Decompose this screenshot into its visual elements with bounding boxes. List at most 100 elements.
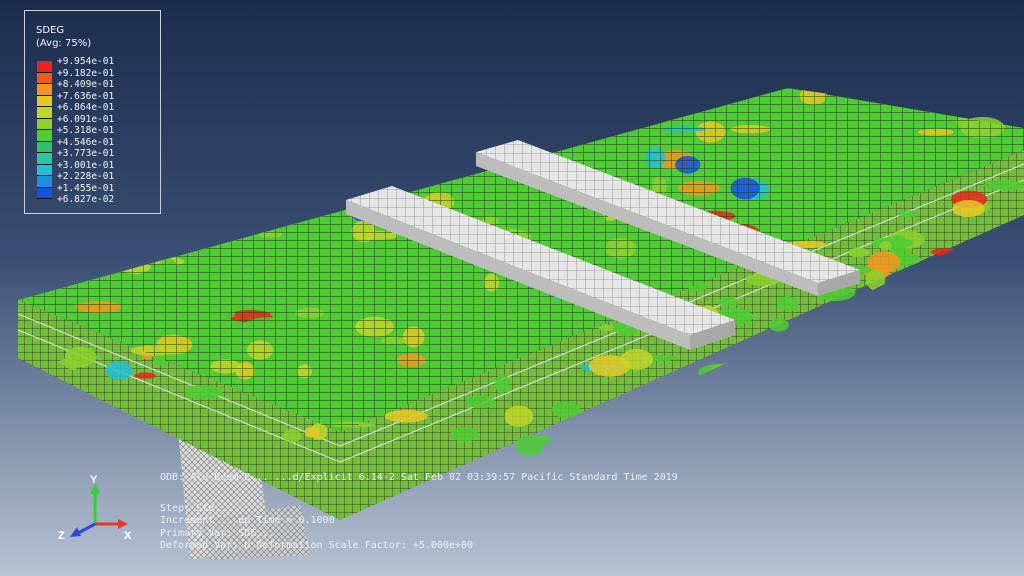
contour-patch	[465, 395, 496, 409]
contour-patch	[509, 112, 543, 125]
contour-patch	[994, 247, 1024, 262]
contour-patch	[389, 119, 411, 126]
contour-patch	[917, 275, 939, 291]
legend-value: +1.455e-01	[57, 182, 115, 194]
contour-patch	[19, 279, 63, 288]
contour-patch	[716, 430, 741, 442]
contour-patch	[315, 106, 341, 121]
contour-patch	[184, 385, 222, 400]
contour-patch	[952, 200, 985, 218]
legend-color-scale	[37, 61, 52, 199]
contour-patch	[798, 350, 834, 359]
contour-patch	[304, 426, 320, 438]
contour-patch	[284, 88, 323, 96]
contour-patch	[901, 283, 941, 296]
legend-swatch	[37, 153, 52, 165]
legend-value: +6.091e-01	[57, 113, 115, 125]
contour-patch	[983, 180, 1024, 191]
contour-patch	[872, 379, 913, 394]
contour-patch	[88, 231, 121, 251]
legend-value: +7.636e-01	[57, 90, 115, 102]
contour-patch	[369, 141, 400, 155]
contour-patch	[850, 405, 891, 415]
legend-swatch	[37, 176, 52, 188]
contour-patch	[881, 328, 927, 341]
legend-swatch	[37, 95, 52, 107]
contour-patch	[162, 135, 199, 142]
contour-patch	[879, 241, 892, 251]
contour-patch	[805, 352, 853, 360]
contour-patch	[992, 322, 1024, 332]
contour-patch	[928, 97, 976, 107]
contour-patch	[891, 325, 930, 339]
step-line: Step: Ste...	[160, 502, 233, 514]
legend-value: +9.954e-01	[57, 56, 115, 67]
contour-patch	[1008, 88, 1024, 103]
legend-swatch	[37, 107, 52, 119]
contour-patch	[612, 94, 630, 106]
contour-patch	[525, 94, 544, 111]
contour-patch	[873, 369, 887, 392]
contour-patch	[111, 232, 138, 240]
contour-patch	[866, 269, 886, 291]
legend-value: +6.827e-02	[57, 194, 115, 205]
contour-patch	[988, 303, 1009, 325]
contour-patch	[562, 94, 587, 104]
contour-patch	[768, 318, 789, 332]
legend-value: +4.546e-01	[57, 136, 115, 148]
contour-patch	[172, 104, 220, 112]
legend-title: SDEG	[36, 25, 65, 36]
contour-patch	[134, 372, 156, 379]
viewport[interactable]: SDEG (Avg: 75%) +9.954e-01 +9.182e-01 +8.4…	[0, 0, 1024, 576]
legend-value: +6.864e-01	[57, 102, 115, 113]
contour-patch	[754, 349, 772, 366]
contour-patch	[677, 421, 717, 428]
contour-patch	[194, 104, 212, 113]
contour-patch	[846, 357, 891, 364]
legend-value: +9.182e-01	[57, 67, 115, 79]
contour-patch	[421, 124, 457, 138]
legend-swatch	[37, 141, 52, 153]
contour-patch	[387, 138, 409, 149]
contour-patch	[665, 88, 684, 99]
contour-patch	[975, 372, 997, 383]
contour-patch	[175, 148, 221, 170]
contour-patch	[33, 265, 65, 272]
contour-patch	[459, 88, 505, 107]
contour-patch	[995, 234, 1024, 254]
contour-patch	[646, 418, 681, 438]
contour-patch	[218, 170, 241, 187]
contour-patch	[911, 374, 941, 383]
legend-value: +8.409e-01	[57, 79, 115, 90]
contour-patch	[300, 138, 324, 155]
contour-patch	[867, 251, 901, 273]
legend-swatch	[37, 164, 52, 176]
contour-patch	[938, 358, 970, 371]
contour-patch	[535, 435, 551, 445]
contour-patch	[969, 88, 1002, 98]
contour-patch	[116, 247, 131, 260]
legend-swatch	[37, 72, 52, 84]
contour-patch	[169, 117, 194, 132]
contour-patch	[917, 276, 953, 296]
contour-patch	[793, 440, 822, 454]
legend-swatch	[37, 61, 52, 73]
deformed-var-line: Deformed Var: U Deformation Scale Factor…	[160, 540, 474, 551]
contour-patch	[303, 128, 323, 141]
contour-patch	[793, 340, 827, 349]
contour-patch	[722, 416, 738, 431]
contour-patch	[930, 248, 959, 256]
contour-patch	[897, 210, 919, 218]
contour-patch	[105, 360, 133, 380]
increment-line: Increment ...ep Time = 0.1000	[160, 515, 335, 526]
contour-patch	[444, 109, 477, 126]
contour-patch	[989, 355, 1024, 362]
contour-patch	[496, 92, 534, 110]
z-axis-arrow	[77, 522, 96, 535]
primary-var-line: Primary Var: SDE...	[160, 527, 275, 539]
legend-subtitle: (Avg: 75%)	[36, 38, 92, 49]
legend-value-labels: +9.954e-01 +9.182e-01 +8.409e-01 +7.636e-01…	[57, 56, 114, 206]
contour-patch	[698, 363, 746, 380]
contour-patch	[259, 181, 304, 194]
contour-patch	[847, 247, 870, 258]
